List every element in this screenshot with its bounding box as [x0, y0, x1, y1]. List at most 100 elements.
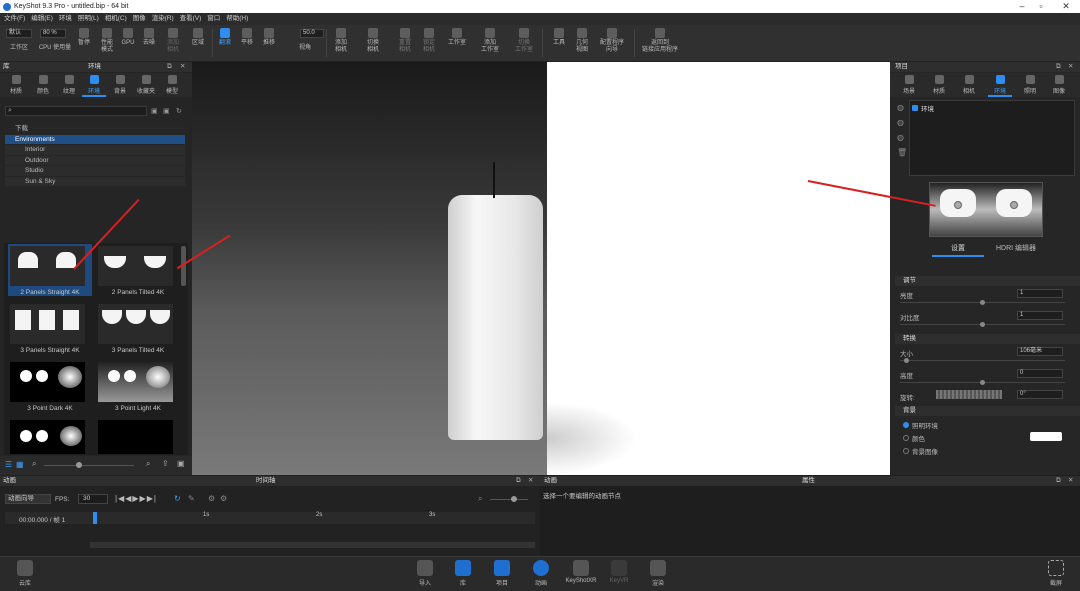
timeline-zoom-slider[interactable] — [490, 499, 528, 500]
add-camera-button[interactable]: 添加 相机 — [330, 28, 352, 54]
section-transform[interactable]: 转换 — [895, 334, 1080, 344]
thumbnail-3-point-light[interactable]: 3 Point Light 4K — [96, 360, 180, 412]
candle-object[interactable] — [448, 195, 543, 440]
grid-view-icon[interactable]: ▦ — [16, 460, 24, 469]
float-icon[interactable]: ⧉ — [516, 476, 521, 486]
screenshot-button[interactable]: 截屏 — [1043, 560, 1069, 587]
add-geometry-button[interactable]: 添加 相机 — [162, 28, 184, 54]
library-dock-button[interactable]: 库 — [450, 560, 476, 587]
lock-camera-button[interactable]: 锁定 相机 — [418, 28, 440, 54]
render-button[interactable]: 渲染 — [645, 560, 671, 587]
tab-materials[interactable]: 材质 — [4, 75, 28, 95]
pan-button[interactable]: 平移 — [238, 28, 256, 47]
tree-item-studio[interactable]: Studio — [5, 166, 185, 177]
denoise-button[interactable]: 去噪 — [140, 28, 158, 47]
menu-file[interactable]: 文件(F) — [4, 13, 25, 25]
subtab-settings[interactable]: 设置 — [932, 243, 984, 257]
add-studio-button[interactable]: 添加 工作室 — [478, 28, 502, 54]
menu-camera[interactable]: 相机(C) — [105, 13, 127, 25]
tree-item-sun-sky[interactable]: Sun & Sky — [5, 176, 185, 187]
tab-lighting[interactable]: 照明 — [1018, 75, 1042, 95]
cloud-library-button[interactable]: 云库 — [12, 560, 38, 587]
zoom-icon[interactable]: ⌕ — [32, 459, 36, 469]
environment-list-item[interactable]: 环境 — [912, 103, 934, 113]
import-button[interactable]: 导入 — [412, 560, 438, 587]
menu-view[interactable]: 查看(V) — [180, 13, 202, 25]
close-icon[interactable]: ✕ — [1068, 476, 1073, 486]
tumble-button[interactable]: 翻滚 — [216, 28, 234, 47]
close-button[interactable]: ✕ — [1052, 0, 1080, 13]
slider-knob[interactable] — [980, 322, 985, 327]
loop-icon[interactable]: ↻ — [174, 494, 181, 503]
light-pin-icon[interactable] — [954, 201, 962, 209]
fps-field[interactable]: 30 — [78, 494, 108, 504]
thumbnail-3-point-dark[interactable]: 3 Point Dark 4K — [8, 360, 92, 412]
configurator-wizard-button[interactable]: 配置程序 向导 — [596, 28, 628, 54]
tab-textures[interactable]: 纹理 — [57, 75, 81, 95]
thumbnail-size-slider[interactable] — [44, 465, 134, 466]
tab-environments[interactable]: 环境 — [82, 75, 106, 97]
tree-item-interior[interactable]: Interior — [5, 145, 185, 156]
gear-icon[interactable]: ⚙ — [220, 494, 227, 503]
height-slider[interactable] — [900, 380, 1065, 385]
menu-edit[interactable]: 编辑(E) — [31, 13, 53, 25]
keyshotxr-button[interactable]: KeyShotXR — [564, 560, 598, 584]
animation-dock-button[interactable]: 动画 — [528, 560, 554, 587]
tree-item-environments[interactable]: Environments — [5, 134, 185, 145]
contrast-field[interactable]: 1 — [1017, 311, 1063, 320]
bg-option-image[interactable]: 背景图像 — [903, 446, 938, 456]
fov-field[interactable]: 50.0 — [300, 29, 324, 38]
add-environment-icon[interactable]: ◍ — [897, 103, 904, 112]
duplicate-environment-icon[interactable]: ◍ — [897, 118, 904, 127]
pen-icon[interactable]: ✎ — [188, 494, 195, 503]
switch-studio-button[interactable]: 切换 工作室 — [512, 28, 536, 54]
close-icon[interactable]: ✕ — [1068, 62, 1073, 72]
thumbnail-next-1[interactable] — [8, 418, 92, 454]
maximize-button[interactable]: ▫ — [1027, 0, 1055, 13]
tab-colors[interactable]: 颜色 — [31, 75, 55, 95]
copy-environment-icon[interactable]: ◍ — [897, 133, 904, 142]
tab-camera[interactable]: 相机 — [957, 75, 981, 95]
tab-image[interactable]: 图像 — [1047, 75, 1071, 95]
workspace-select[interactable]: 默认 — [6, 29, 32, 38]
rotation-field[interactable]: 0° — [1017, 390, 1063, 399]
project-dock-button[interactable]: 项目 — [489, 560, 515, 587]
slider-knob[interactable] — [76, 462, 82, 468]
hdri-preview[interactable] — [929, 182, 1043, 237]
subtab-hdri-editor[interactable]: HDRI 编辑器 — [990, 243, 1042, 257]
menu-help[interactable]: 帮助(H) — [226, 13, 248, 25]
timeline-ruler[interactable]: 00:00.000 / 帧 1 1s 2s 3s — [5, 512, 535, 524]
timeline-scrollbar[interactable] — [90, 542, 535, 548]
slider-knob[interactable] — [980, 300, 985, 305]
tab-scene[interactable]: 场景 — [897, 75, 921, 95]
switch-camera-button[interactable]: 切换 相机 — [362, 28, 384, 54]
geometry-view-button[interactable]: 几何 视图 — [572, 28, 592, 54]
thumbnail-3-panels-straight[interactable]: 3 Panels Straight 4K — [8, 302, 92, 354]
menu-render[interactable]: 渲染(R) — [152, 13, 174, 25]
light-pin-icon[interactable] — [1010, 201, 1018, 209]
bg-option-color[interactable]: 颜色 — [903, 433, 925, 443]
upload-icon[interactable]: ⇪ — [162, 459, 169, 468]
float-icon[interactable]: ⧉ — [167, 62, 172, 72]
tools-button[interactable]: 工具 — [550, 28, 568, 47]
brightness-slider[interactable] — [900, 300, 1065, 305]
menu-lighting[interactable]: 照明(L) — [78, 13, 99, 25]
region-button[interactable]: 区域 — [188, 28, 208, 47]
delete-icon[interactable]: 🗑 — [897, 148, 907, 157]
folder-icon[interactable]: ▣ — [151, 107, 158, 115]
thumbnail-3-panels-tilted[interactable]: 3 Panels Tilted 4K — [96, 302, 180, 354]
slider-knob[interactable] — [980, 380, 985, 385]
slider-knob[interactable] — [904, 358, 909, 363]
section-adjust[interactable]: 调节 — [895, 276, 1080, 286]
render-viewport-dark[interactable] — [192, 62, 547, 475]
tree-item-outdoor[interactable]: Outdoor — [5, 155, 185, 166]
refresh-icon[interactable]: ↻ — [176, 107, 182, 115]
gpu-button[interactable]: GPU — [120, 28, 136, 47]
zoom-icon[interactable]: ⌕ — [478, 494, 482, 504]
performance-mode-button[interactable]: 性能 模式 — [96, 28, 118, 54]
rotation-dial[interactable] — [936, 390, 1002, 399]
list-view-icon[interactable]: ☰ — [5, 460, 12, 469]
section-background[interactable]: 背景 — [895, 406, 1080, 416]
tab-favorites[interactable]: 收藏夹 — [134, 75, 158, 95]
close-icon[interactable]: ✕ — [528, 476, 533, 486]
